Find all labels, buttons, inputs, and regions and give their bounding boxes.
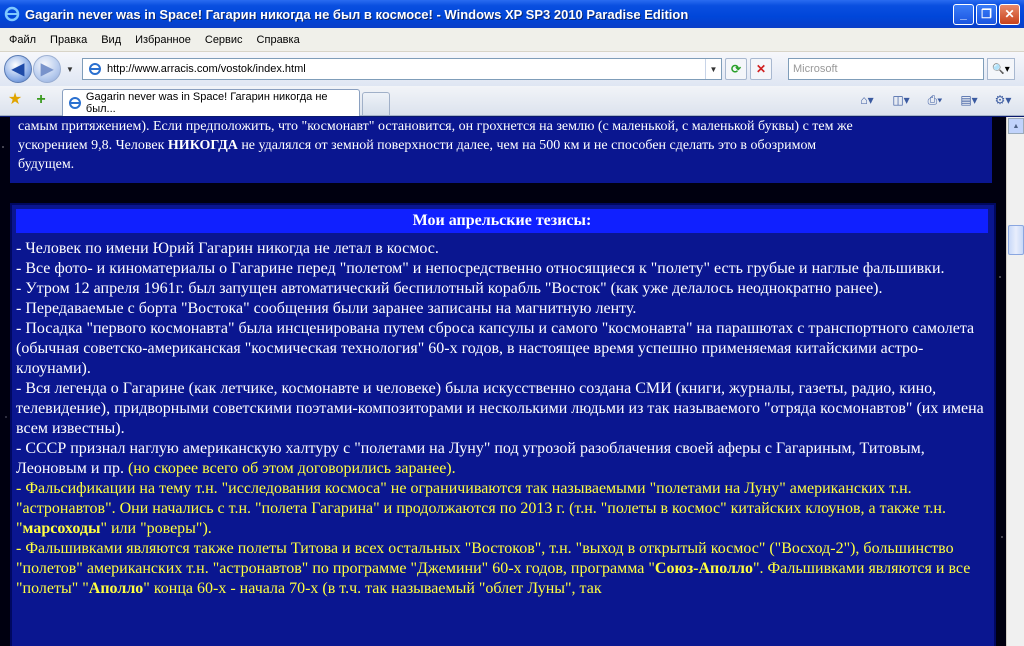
add-favorites-icon[interactable]: +: [32, 91, 50, 109]
thesis-item: - Вся легенда о Гагарине (как летчике, к…: [16, 380, 984, 437]
feeds-icon[interactable]: ◫▾: [886, 90, 916, 110]
close-button[interactable]: ✕: [999, 3, 1020, 25]
intro-text-a: ускорением 9,8. Человек: [18, 138, 168, 153]
favorites-star-icon[interactable]: ★: [6, 91, 24, 109]
thesis-emphasis: марсоходы: [22, 520, 101, 537]
thesis-item: - Утром 12 апреля 1961г. был запущен авт…: [16, 280, 883, 297]
thesis-item: - Человек по имени Юрий Гагарин никогда …: [16, 240, 439, 257]
thesis-text: " конца 60-х - начала 70-х (в т.ч. так н…: [143, 580, 602, 597]
menu-edit[interactable]: Правка: [43, 34, 94, 46]
address-field[interactable]: http://www.arracis.com/vostok/index.html…: [82, 58, 722, 80]
internet-explorer-icon: [3, 5, 21, 23]
tab-current[interactable]: Gagarin never was in Space! Гагарин нико…: [62, 89, 360, 116]
tab-title: Gagarin never was in Space! Гагарин нико…: [85, 91, 328, 115]
address-dropdown-icon[interactable]: ▼: [705, 59, 721, 79]
menu-help[interactable]: Справка: [250, 34, 307, 46]
recent-pages-chevron-icon[interactable]: ▼: [64, 65, 76, 74]
intro-box: самым притяжением). Если предположить, ч…: [10, 117, 992, 183]
thesis-highlight: (но скорее всего об этом договорились за…: [127, 460, 456, 477]
refresh-icon[interactable]: ⟳: [725, 58, 747, 80]
vertical-scrollbar[interactable]: ▲: [1006, 117, 1024, 646]
menu-file[interactable]: Файл: [0, 34, 43, 46]
url-text[interactable]: http://www.arracis.com/vostok/index.html: [107, 63, 705, 75]
theses-box: Мои апрельские тезисы: - Человек по имен…: [10, 203, 996, 646]
window-title: Gagarin never was in Space! Гагарин нико…: [25, 6, 689, 22]
address-toolbar: ◀ ▶ ▼ http://www.arracis.com/vostok/inde…: [0, 52, 1024, 86]
thesis-item: - Посадка "первого космонавта" была инсц…: [16, 320, 975, 377]
back-button[interactable]: ◀: [4, 55, 32, 83]
command-bar: ⌂▾ ◫▾ ⎙▾ ▤▾ ⚙▾: [852, 90, 1018, 110]
tab-page-icon: [67, 95, 83, 111]
print-icon[interactable]: ⎙▾: [920, 90, 950, 110]
search-icon[interactable]: 🔍▾: [987, 58, 1015, 80]
scroll-up-icon[interactable]: ▲: [1008, 118, 1024, 134]
menu-view[interactable]: Вид: [94, 34, 128, 46]
thesis-item: - Фальсификации на тему т.н. "исследован…: [16, 479, 984, 539]
page-menu-icon[interactable]: ▤▾: [954, 90, 984, 110]
tools-gear-icon[interactable]: ⚙▾: [988, 90, 1018, 110]
menu-tools[interactable]: Сервис: [198, 34, 250, 46]
scrollbar-thumb[interactable]: [1008, 225, 1024, 255]
thesis-item: - Фальшивками являются также полеты Тито…: [16, 539, 984, 599]
tabs-bar: ★ + Gagarin never was in Space! Гагарин …: [0, 86, 1024, 116]
forward-button[interactable]: ▶: [33, 55, 61, 83]
intro-line-2: ускорением 9,8. Человек НИКОГДА не удаля…: [18, 136, 984, 155]
thesis-text: " или "роверы").: [100, 520, 212, 537]
restore-button[interactable]: ❐: [976, 3, 997, 25]
thesis-emphasis: Аполло: [88, 580, 144, 597]
theses-heading: Мои апрельские тезисы:: [16, 209, 988, 233]
menu-bar: Файл Правка Вид Избранное Сервис Справка: [0, 28, 1024, 52]
menu-favorites[interactable]: Избранное: [128, 34, 198, 46]
new-tab-button[interactable]: [362, 92, 390, 115]
thesis-item: - Передаваемые с борта "Востока" сообщен…: [16, 300, 637, 317]
search-input[interactable]: Microsoft: [788, 58, 984, 80]
page-viewport: самым притяжением). Если предположить, ч…: [0, 117, 1006, 646]
stop-icon[interactable]: ✕: [750, 58, 772, 80]
window-title-bar[interactable]: Gagarin never was in Space! Гагарин нико…: [0, 0, 1024, 28]
intro-emphasis: НИКОГДА: [167, 138, 238, 153]
intro-line-3: будущем.: [18, 157, 75, 172]
intro-line-1: самым притяжением). Если предположить, ч…: [18, 119, 853, 134]
home-icon[interactable]: ⌂▾: [852, 90, 882, 110]
thesis-item: - Все фото- и киноматериалы о Гагарине п…: [16, 260, 945, 277]
theses-list: - Человек по имени Юрий Гагарин никогда …: [16, 239, 984, 599]
thesis-emphasis: Союз-Аполло: [654, 560, 753, 577]
page-icon: [87, 61, 103, 77]
thesis-item: - СССР признал наглую американскую халту…: [16, 439, 984, 479]
intro-text-b: не удалялся от земной поверхности далее,…: [237, 138, 817, 153]
minimize-button[interactable]: _: [953, 3, 974, 25]
